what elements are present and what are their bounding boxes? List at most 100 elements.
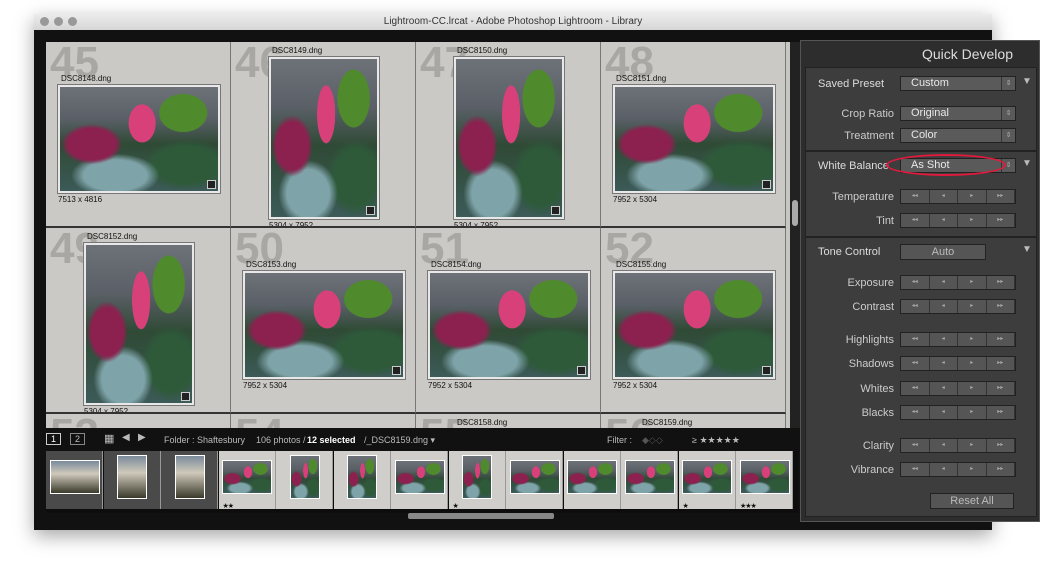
back-arrow-icon[interactable]: ◀ (122, 432, 130, 443)
filmstrip-cell[interactable] (563, 451, 621, 509)
filmstrip-cell[interactable] (506, 451, 563, 509)
step-button[interactable]: ◂ (929, 276, 958, 289)
panel-title[interactable]: Quick Develop (922, 46, 1013, 62)
shadows-steps[interactable]: ◂◂ ◂ ▸ ▸▸ (900, 356, 1016, 371)
thumbnail[interactable] (612, 270, 776, 380)
step-button[interactable]: ◂ (929, 214, 958, 227)
grid-cell[interactable]: 45 DSC8148.dng 7513 x 4816 (46, 42, 231, 228)
filmstrip-cell[interactable] (103, 451, 161, 509)
step-button[interactable]: ▸ (958, 357, 987, 370)
thumbnail[interactable] (57, 84, 221, 194)
step-button[interactable]: ◂ (929, 357, 958, 370)
step-button[interactable]: ▸▸ (986, 300, 1015, 313)
thumbnail[interactable] (242, 270, 406, 380)
step-button[interactable]: ◂◂ (901, 357, 930, 370)
filmstrip-cell[interactable] (333, 451, 391, 509)
step-button[interactable]: ◂◂ (901, 382, 930, 395)
blacks-steps[interactable]: ◂◂ ◂ ▸ ▸▸ (900, 405, 1016, 420)
filmstrip-cell[interactable]: ★★★ (736, 451, 793, 510)
step-button[interactable]: ▸ (958, 276, 987, 289)
thumbnail[interactable] (612, 84, 776, 194)
grid-view-icon[interactable]: ▦ (104, 432, 114, 445)
step-button[interactable]: ◂◂ (901, 190, 930, 203)
zoom-button[interactable] (68, 17, 77, 26)
step-button[interactable]: ▸▸ (986, 439, 1015, 452)
step-button[interactable]: ▸ (958, 439, 987, 452)
minimize-button[interactable] (54, 17, 63, 26)
reset-all-button[interactable]: Reset All (930, 493, 1014, 509)
grid-cell[interactable]: 46 DSC8149.dng 5304 x 7952 (231, 42, 416, 228)
filmstrip-cell[interactable]: ★ (448, 451, 506, 510)
grid-cell[interactable]: 48 DSC8151.dng 7952 x 5304 (601, 42, 786, 228)
step-button[interactable]: ▸ (958, 214, 987, 227)
close-button[interactable] (40, 17, 49, 26)
auto-tone-button[interactable]: Auto (900, 244, 986, 260)
exposure-steps[interactable]: ◂◂ ◂ ▸ ▸▸ (900, 275, 1016, 290)
filmstrip-cell[interactable] (161, 451, 218, 509)
folder-label[interactable]: Folder : Shaftesbury (164, 435, 245, 445)
thumbnail[interactable] (83, 242, 195, 406)
grid-cell[interactable]: 53 (46, 414, 231, 428)
step-button[interactable]: ▸▸ (986, 333, 1015, 346)
temperature-steps[interactable]: ◂◂ ◂ ▸ ▸▸ (900, 189, 1016, 204)
step-button[interactable]: ▸ (958, 406, 987, 419)
highlights-steps[interactable]: ◂◂ ◂ ▸ ▸▸ (900, 332, 1016, 347)
grid-cell[interactable]: 49 DSC8152.dng 5304 x 7952 (46, 228, 231, 414)
saved-preset-select[interactable]: Custom ⇕ (900, 76, 1016, 91)
step-button[interactable]: ▸▸ (986, 463, 1015, 476)
grid-scrollbar[interactable] (790, 42, 800, 428)
view-2-button[interactable]: 2 (70, 433, 86, 445)
step-button[interactable]: ◂ (929, 406, 958, 419)
grid-cell[interactable]: 52 DSC8155.dng 7952 x 5304 (601, 228, 786, 414)
flag-filter-icons[interactable]: ◆◇◇ (642, 435, 663, 446)
thumbnail[interactable] (427, 270, 591, 380)
tint-steps[interactable]: ◂◂ ◂ ▸ ▸▸ (900, 213, 1016, 228)
step-button[interactable]: ▸▸ (986, 276, 1015, 289)
step-button[interactable]: ◂ (929, 300, 958, 313)
step-button[interactable]: ▸ (958, 300, 987, 313)
step-button[interactable]: ◂ (929, 463, 958, 476)
step-button[interactable]: ▸ (958, 333, 987, 346)
scroll-thumb[interactable] (792, 200, 798, 226)
step-button[interactable]: ▸▸ (986, 406, 1015, 419)
step-button[interactable]: ◂◂ (901, 333, 930, 346)
view-1-button[interactable]: 1 (46, 433, 62, 445)
disclosure-triangle-icon[interactable]: ▼ (1022, 76, 1032, 87)
filmstrip-cell[interactable] (621, 451, 678, 509)
step-button[interactable]: ◂◂ (901, 276, 930, 289)
step-button[interactable]: ◂◂ (901, 439, 930, 452)
disclosure-triangle-icon[interactable]: ▼ (1022, 244, 1032, 255)
step-button[interactable]: ◂◂ (901, 406, 930, 419)
whites-steps[interactable]: ◂◂ ◂ ▸ ▸▸ (900, 381, 1016, 396)
filmstrip-cell[interactable]: ★ (678, 451, 736, 510)
treatment-select[interactable]: Color ⇕ (900, 128, 1016, 143)
filmstrip-cell[interactable]: ★★ (218, 451, 276, 510)
thumbnail[interactable] (268, 56, 380, 220)
grid-cell[interactable]: 55DSC8158.dng (416, 414, 601, 428)
step-button[interactable]: ◂ (929, 439, 958, 452)
step-button[interactable]: ▸▸ (986, 214, 1015, 227)
rating-filter[interactable]: ≥ ★★★★★ (692, 435, 740, 446)
step-button[interactable]: ▸ (958, 190, 987, 203)
grid-cell[interactable]: 56DSC8159.dng (601, 414, 786, 428)
step-button[interactable]: ◂◂ (901, 300, 930, 313)
step-button[interactable]: ▸▸ (986, 357, 1015, 370)
crop-ratio-select[interactable]: Original ⇕ (900, 106, 1016, 121)
step-button[interactable]: ▸ (958, 463, 987, 476)
current-file[interactable]: /_DSC8159.dng ▾ (364, 435, 435, 446)
filmstrip-cell[interactable] (46, 451, 103, 509)
vibrance-steps[interactable]: ◂◂ ◂ ▸ ▸▸ (900, 462, 1016, 477)
grid-cell[interactable]: 51 DSC8154.dng 7952 x 5304 (416, 228, 601, 414)
clarity-steps[interactable]: ◂◂ ◂ ▸ ▸▸ (900, 438, 1016, 453)
thumbnail[interactable] (453, 56, 565, 220)
step-button[interactable]: ◂◂ (901, 214, 930, 227)
filmstrip-scroll-thumb[interactable] (408, 513, 554, 519)
step-button[interactable]: ▸ (958, 382, 987, 395)
filmstrip-cell[interactable] (276, 451, 333, 509)
step-button[interactable]: ◂◂ (901, 463, 930, 476)
forward-arrow-icon[interactable]: ▶ (138, 432, 146, 443)
grid-cell[interactable]: 54 (231, 414, 416, 428)
contrast-steps[interactable]: ◂◂ ◂ ▸ ▸▸ (900, 299, 1016, 314)
step-button[interactable]: ◂ (929, 382, 958, 395)
disclosure-triangle-icon[interactable]: ▼ (1022, 158, 1032, 169)
